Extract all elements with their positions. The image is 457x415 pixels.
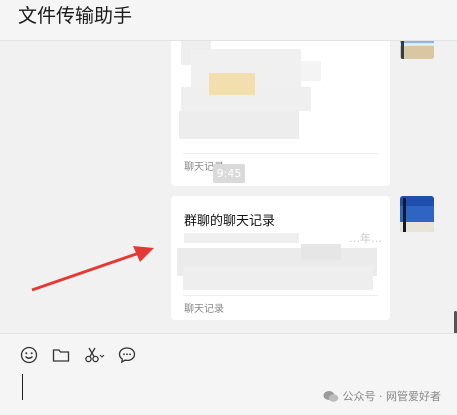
- watermark-text: 公众号 · 网管爱好者: [342, 390, 442, 403]
- blurred-content: [209, 73, 255, 95]
- blurred-content: [301, 61, 321, 81]
- preview-fragment: …年…: [349, 232, 382, 245]
- blurred-content: [301, 244, 341, 260]
- blurred-content: [179, 111, 299, 139]
- folder-icon[interactable]: [52, 346, 70, 364]
- scissors-icon[interactable]: [84, 346, 106, 364]
- emoji-icon[interactable]: [20, 346, 38, 364]
- blurred-content: [183, 266, 373, 290]
- avatar[interactable]: [400, 41, 434, 59]
- watermark: 公众号 · 网管爱好者: [323, 388, 442, 404]
- wechat-logo-icon: [323, 390, 338, 402]
- chat-area[interactable]: 聊天记录 9:45 群聊的聊天记录 …年… 聊天记录: [0, 41, 457, 333]
- text-cursor: [22, 374, 23, 400]
- chat-record-title: 群聊的聊天记录: [184, 214, 276, 229]
- chat-record-card[interactable]: 聊天记录: [171, 41, 390, 186]
- card-divider: [183, 295, 378, 296]
- chat-bubble-icon[interactable]: [118, 346, 136, 364]
- card-divider: [183, 153, 378, 154]
- chat-record-card[interactable]: 群聊的聊天记录 …年… 聊天记录: [171, 196, 390, 320]
- card-footer-label: 聊天记录: [184, 304, 224, 315]
- title-bar: 文件传输助手: [0, 0, 457, 41]
- timestamp: 9:45: [213, 164, 245, 183]
- input-area[interactable]: 公众号 · 网管爱好者: [0, 333, 457, 415]
- chat-title: 文件传输助手: [18, 5, 133, 27]
- blurred-preview: [184, 233, 299, 246]
- avatar[interactable]: [400, 196, 434, 232]
